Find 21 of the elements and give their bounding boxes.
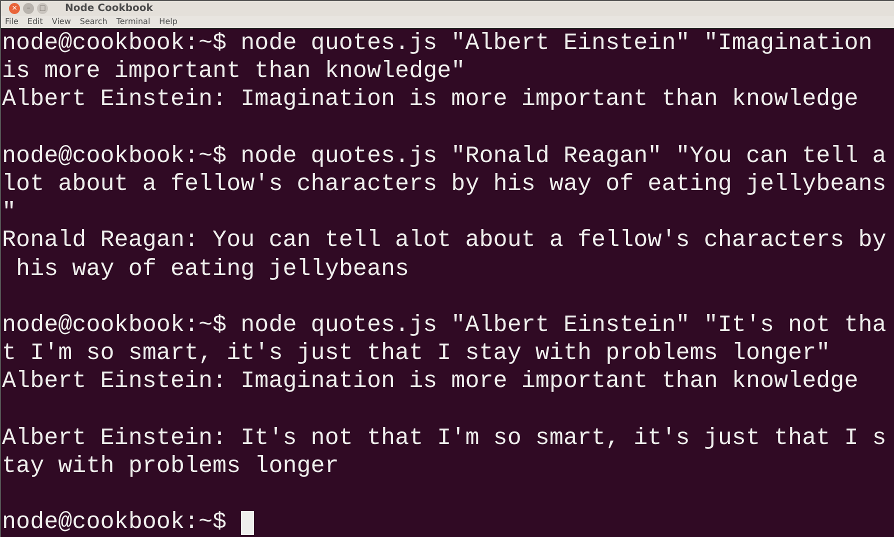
menu-item[interactable]: Edit	[27, 16, 43, 28]
menu-item[interactable]: Help	[159, 16, 178, 28]
terminal-line: node@cookbook:~$	[2, 509, 227, 537]
terminal-line: "	[2, 199, 16, 228]
terminal-line: node@cookbook:~$ node quotes.js "Albert Einstein" "Imagination	[2, 30, 872, 58]
terminal-line: node@cookbook:~$ node quotes.js "Albert Einstein" "It's not tha	[2, 312, 886, 340]
menu-item[interactable]: View	[52, 16, 71, 28]
terminal-line: Albert Einstein: It's not that I'm so smart, it's just that I s	[2, 424, 886, 453]
window-title: Node Cookbook	[65, 2, 153, 16]
terminal-line: t I'm so smart, it's just that I stay with problems longer"	[2, 340, 830, 368]
menu-item[interactable]: File	[5, 16, 18, 28]
terminal-line: lot about a fellow's characters by his way of eating jellybeans	[2, 170, 886, 200]
terminal-line: Albert Einstein: Imagination is more important than knowledge	[2, 86, 858, 115]
terminal-line: is more important than knowledge"	[2, 58, 466, 86]
terminal-line: Ronald Reagan: You can tell alot about a fellow's characters by	[2, 227, 886, 256]
menu-item[interactable]: Search	[80, 16, 108, 28]
terminal-line: his way of eating jellybeans	[15, 256, 410, 284]
terminal-line: node@cookbook:~$ node quotes.js "Ronald Reagan" "You can tell a	[2, 142, 886, 171]
terminal-line: tay with problems longer	[2, 452, 339, 482]
terminal-line: Albert Einstein: Imagination is more important than knowledge	[2, 368, 858, 396]
menu-item[interactable]: Terminal	[116, 16, 150, 28]
